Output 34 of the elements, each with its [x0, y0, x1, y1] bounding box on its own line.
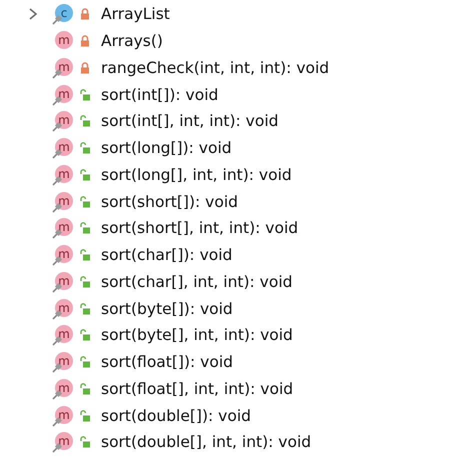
method-icon: m [52, 431, 74, 454]
member-label[interactable]: sort(char[]): void [101, 246, 232, 264]
class-icon: c [52, 3, 74, 26]
method-icon: m [52, 56, 74, 79]
method-icon: m [52, 404, 74, 427]
member-label[interactable]: sort(short[], int, int): void [101, 219, 298, 238]
member-label[interactable]: sort(char[], int, int): void [101, 272, 292, 291]
member-label[interactable]: sort(byte[], int, int): void [101, 326, 293, 344]
chevron-right-icon[interactable] [28, 7, 38, 22]
member-label[interactable]: ArrayList [101, 5, 170, 24]
member-label[interactable]: sort(byte[]): void [101, 300, 233, 318]
method-icon: m [52, 110, 74, 132]
method-icon: m [52, 324, 74, 346]
method-icon: m [52, 84, 74, 106]
member-label[interactable]: rangeCheck(int, int, int): void [101, 58, 330, 77]
member-label[interactable]: sort(long[], int, int): void [101, 166, 292, 184]
method-icon: m [52, 378, 74, 400]
method-icon: m [52, 137, 74, 160]
member-label[interactable]: Arrays() [101, 32, 163, 50]
member-label[interactable]: sort(float[]): void [101, 353, 233, 372]
method-icon: m [52, 270, 74, 293]
method-icon: m [52, 244, 74, 266]
member-label[interactable]: sort(int[]): void [101, 86, 218, 104]
member-label[interactable]: sort(double[]): void [101, 406, 251, 425]
member-label[interactable]: sort(int[], int, int): void [101, 112, 278, 130]
method-icon: m [52, 190, 74, 213]
method-icon: m [52, 351, 74, 374]
member-label[interactable]: sort(long[]): void [101, 139, 232, 158]
member-label[interactable]: sort(short[]): void [101, 192, 238, 211]
method-icon: m [52, 217, 74, 240]
member-label[interactable]: sort(float[], int, int): void [101, 380, 294, 398]
method-icon: m [52, 298, 74, 320]
method-icon: m [52, 164, 74, 186]
member-label[interactable]: sort(double[], int, int): void [101, 433, 312, 452]
